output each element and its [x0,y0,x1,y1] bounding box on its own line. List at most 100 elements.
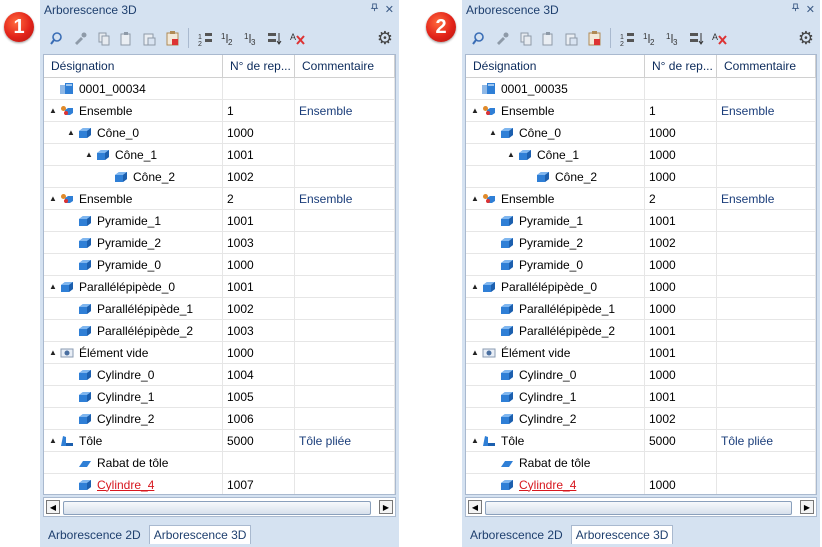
clear-numbering-icon[interactable]: A [287,28,307,48]
tree-row[interactable]: Parallélépipède_2 1003 [44,320,395,342]
tree-row[interactable]: Pyramide_0 1000 [466,254,816,276]
tree-row[interactable]: Cylindre_2 1002 [466,408,816,430]
tree-row[interactable]: Pyramide_0 1000 [44,254,395,276]
close-icon[interactable]: ✕ [385,3,394,16]
tree-row[interactable]: ▲ Parallélépipède_0 1001 [44,276,395,298]
column-header-number[interactable]: N° de rep... [223,55,295,77]
renumber-1-icon[interactable]: 12 [218,28,238,48]
scroll-right-arrow-icon[interactable]: ▶ [800,500,814,514]
expander-icon[interactable]: ▲ [48,348,58,357]
tree-row[interactable]: 0001_00035 [466,78,816,100]
pipette-icon[interactable] [492,28,512,48]
tree-row[interactable]: ▲ Cône_1 1000 [466,144,816,166]
horizontal-scrollbar[interactable]: ◀ ▶ [465,497,817,517]
tree-row[interactable]: Pyramide_2 1002 [466,232,816,254]
tree-row[interactable]: 0001_00034 [44,78,395,100]
tree-row[interactable]: Cylindre_2 1006 [44,408,395,430]
tree-row[interactable]: Cylindre_4 1000 [466,474,816,494]
column-header-designation[interactable]: Désignation [466,55,645,77]
renumber-3-icon[interactable] [686,28,706,48]
tree-row[interactable]: Cône_2 1002 [44,166,395,188]
column-header-number[interactable]: N° de rep... [645,55,717,77]
paste-special-icon[interactable] [561,28,581,48]
tree-row[interactable]: ▲ Élément vide 1001 [466,342,816,364]
paste-icon[interactable] [538,28,558,48]
tree-row[interactable]: Pyramide_2 1003 [44,232,395,254]
tree-row[interactable]: Rabat de tôle [44,452,395,474]
find-icon[interactable] [47,28,67,48]
clipboard-icon[interactable] [162,28,182,48]
tree-row[interactable]: Parallélépipède_1 1000 [466,298,816,320]
numbering-icon[interactable]: 12 [195,28,215,48]
pipette-icon[interactable] [70,28,90,48]
expander-icon[interactable]: ▲ [506,150,516,159]
scroll-right-arrow-icon[interactable]: ▶ [379,500,393,514]
expander-icon[interactable]: ▲ [84,150,94,159]
copy-icon[interactable] [515,28,535,48]
scrollbar-thumb[interactable] [63,501,371,515]
scrollbar-thumb[interactable] [485,501,792,515]
gear-icon[interactable]: ⚙ [377,28,393,48]
expander-icon[interactable]: ▲ [66,128,76,137]
paste-special-icon[interactable] [139,28,159,48]
tree-row[interactable]: Cône_2 1000 [466,166,816,188]
clipboard-icon[interactable] [584,28,604,48]
scroll-left-arrow-icon[interactable]: ◀ [468,500,482,514]
find-icon[interactable] [469,28,489,48]
tree-row[interactable]: ▲ Ensemble 1 Ensemble [466,100,816,122]
tree-row[interactable]: Cylindre_0 1004 [44,364,395,386]
tree-row[interactable]: Parallélépipède_2 1001 [466,320,816,342]
expander-icon[interactable]: ▲ [470,106,480,115]
tab-arborescence-3d[interactable]: Arborescence 3D [570,525,674,544]
renumber-1-icon[interactable]: 12 [640,28,660,48]
tree-row[interactable]: ▲ Ensemble 2 Ensemble [44,188,395,210]
tree-row[interactable]: Cylindre_1 1001 [466,386,816,408]
expander-icon[interactable]: ▲ [48,194,58,203]
close-icon[interactable]: ✕ [806,3,815,16]
numbering-icon[interactable]: 12 [617,28,637,48]
expander-icon[interactable]: ▲ [48,106,58,115]
expander-icon[interactable]: ▲ [488,128,498,137]
tree-row[interactable]: ▲ Cône_0 1000 [44,122,395,144]
tree-row[interactable]: Pyramide_1 1001 [44,210,395,232]
clear-numbering-icon[interactable]: A [709,28,729,48]
pin-icon[interactable] [791,3,800,16]
tree-row[interactable]: ▲ Cône_1 1001 [44,144,395,166]
tree-row[interactable]: Cylindre_4 1007 [44,474,395,494]
tree-row[interactable]: ▲ Tôle 5000 Tôle pliée [44,430,395,452]
copy-icon[interactable] [93,28,113,48]
tree-view[interactable]: Désignation N° de rep... Commentaire 0001_0… [43,54,396,495]
tree-row[interactable]: Cylindre_0 1000 [466,364,816,386]
tab-arborescence-2d[interactable]: Arborescence 2D [466,526,567,544]
column-header-designation[interactable]: Désignation [44,55,223,77]
renumber-2-icon[interactable]: 13 [241,28,261,48]
expander-icon[interactable]: ▲ [470,282,480,291]
tab-arborescence-2d[interactable]: Arborescence 2D [44,526,145,544]
tree-row[interactable]: Parallélépipède_1 1002 [44,298,395,320]
column-header-comment[interactable]: Commentaire [717,55,816,77]
pin-icon[interactable] [370,3,379,16]
column-header-comment[interactable]: Commentaire [295,55,395,77]
tab-arborescence-3d[interactable]: Arborescence 3D [148,525,252,544]
tree-row[interactable]: ▲ Ensemble 1 Ensemble [44,100,395,122]
scroll-left-arrow-icon[interactable]: ◀ [46,500,60,514]
tree-row[interactable]: Cylindre_1 1005 [44,386,395,408]
tree-row[interactable]: ▲ Parallélépipède_0 1000 [466,276,816,298]
horizontal-scrollbar[interactable]: ◀ ▶ [43,497,396,517]
expander-icon[interactable]: ▲ [470,194,480,203]
tree-row[interactable]: ▲ Tôle 5000 Tôle pliée [466,430,816,452]
tree-row[interactable]: Rabat de tôle [466,452,816,474]
renumber-2-icon[interactable]: 13 [663,28,683,48]
expander-icon[interactable]: ▲ [470,348,480,357]
tree-view[interactable]: Désignation N° de rep... Commentaire 0001_0… [465,54,817,495]
tree-row[interactable]: ▲ Cône_0 1000 [466,122,816,144]
gear-icon[interactable]: ⚙ [798,28,814,48]
tree-row[interactable]: ▲ Ensemble 2 Ensemble [466,188,816,210]
expander-icon[interactable]: ▲ [48,282,58,291]
paste-icon[interactable] [116,28,136,48]
tree-row[interactable]: ▲ Élément vide 1000 [44,342,395,364]
expander-icon[interactable]: ▲ [470,436,480,445]
renumber-3-icon[interactable] [264,28,284,48]
tree-row[interactable]: Pyramide_1 1001 [466,210,816,232]
expander-icon[interactable]: ▲ [48,436,58,445]
